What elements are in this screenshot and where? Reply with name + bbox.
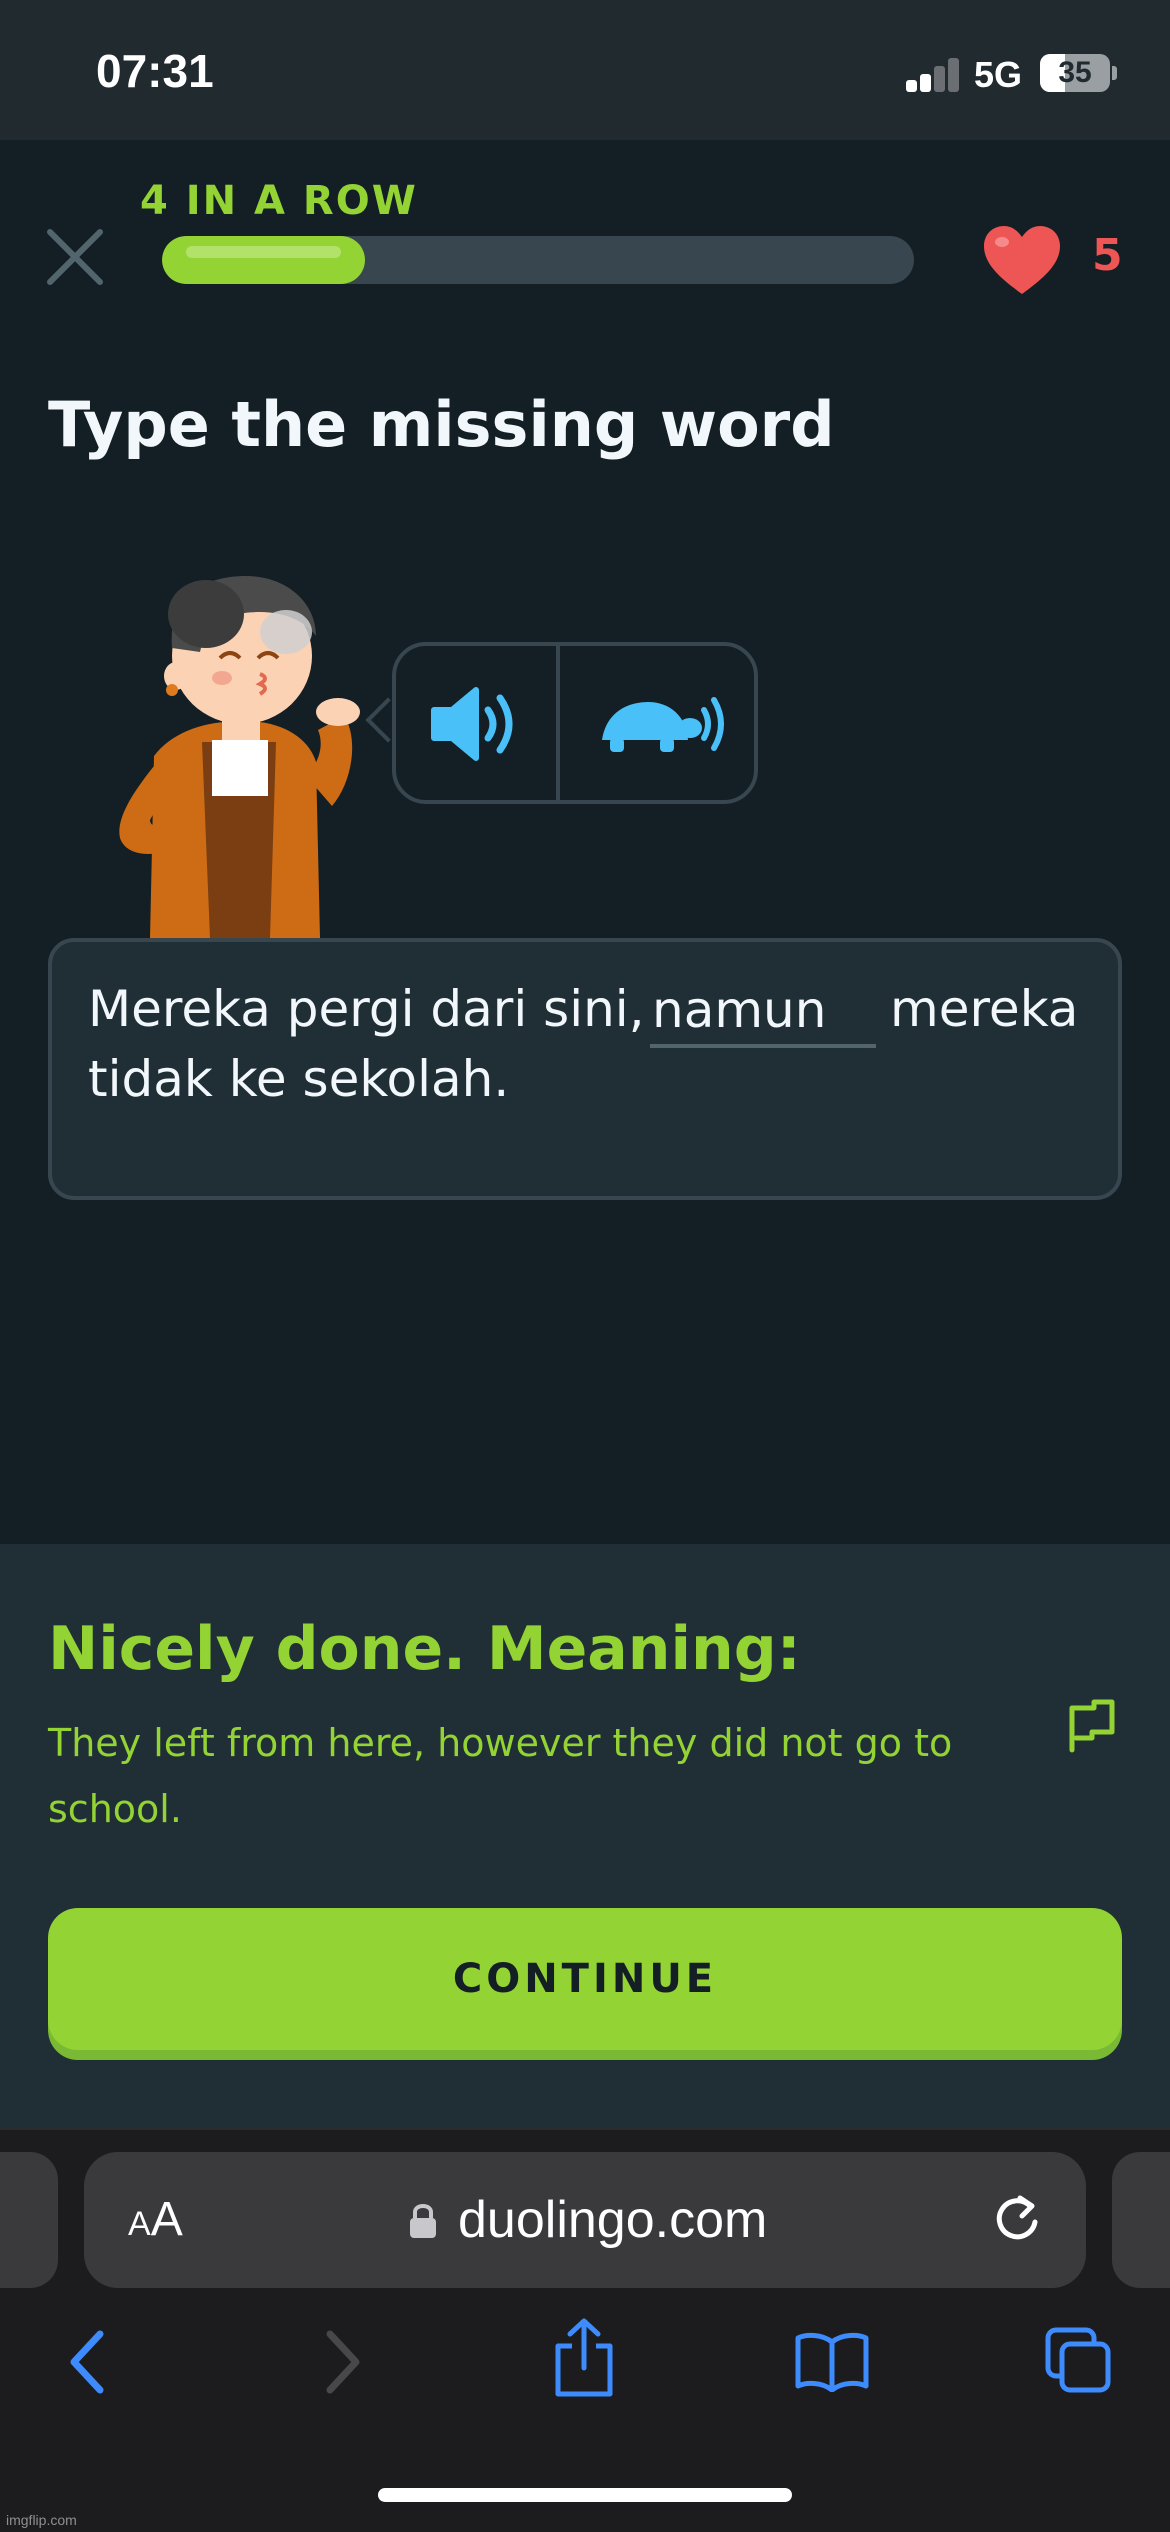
streak-label: 4 IN A ROW [140, 178, 418, 224]
sentence-text-after-blank: mereka [890, 980, 1079, 1038]
watermark: imgflip.com [6, 2512, 77, 2528]
continue-button[interactable]: CONTINUE [48, 1908, 1122, 2050]
lesson-progress-bar [162, 236, 914, 284]
battery-level: 35 [1058, 56, 1092, 89]
cellular-signal-icon [906, 56, 960, 92]
sentence-text-line2: tidak ke sekolah. [88, 1050, 510, 1108]
tabs-icon[interactable] [1044, 2326, 1114, 2400]
share-icon[interactable] [552, 2318, 616, 2402]
feedback-title: Nicely done. Meaning: [48, 1614, 801, 1684]
lock-icon [408, 2200, 438, 2240]
close-icon[interactable] [44, 226, 106, 288]
flag-icon[interactable] [1064, 1698, 1120, 1754]
battery-icon: 35 [1040, 54, 1110, 92]
text-size-small-a: A [128, 2205, 151, 2243]
text-size-large-a: A [150, 2193, 183, 2246]
reload-icon[interactable] [990, 2192, 1044, 2246]
lesson-progress-fill [162, 236, 366, 284]
feedback-meaning: They left from here, however they did no… [48, 1721, 953, 1831]
text-size-button[interactable]: AA [128, 2192, 183, 2247]
turtle-speaker-icon[interactable] [590, 676, 730, 772]
character-illustration [110, 566, 380, 938]
continue-label: CONTINUE [452, 1956, 718, 2002]
speech-bubble-divider [556, 646, 560, 800]
battery-tip [1112, 66, 1117, 80]
hearts-count: 5 [1092, 230, 1123, 281]
challenge-title: Type the missing word [48, 388, 835, 461]
bookmarks-icon[interactable] [794, 2330, 870, 2396]
progress-shine [186, 246, 342, 258]
speaker-icon[interactable] [420, 676, 530, 772]
sentence-text-start: Mereka pergi dari sini, [88, 980, 645, 1038]
forward-icon[interactable] [320, 2326, 366, 2402]
answer-input[interactable]: namun [650, 972, 876, 1048]
network-type: 5G [974, 54, 1023, 95]
next-tab-preview[interactable] [1112, 2152, 1170, 2288]
home-indicator[interactable] [378, 2488, 792, 2502]
back-icon[interactable] [64, 2326, 110, 2402]
previous-tab-preview[interactable] [0, 2152, 58, 2288]
status-time: 07:31 [96, 45, 214, 97]
heart-icon[interactable] [980, 222, 1064, 298]
url-text[interactable]: duolingo.com [458, 2190, 767, 2250]
